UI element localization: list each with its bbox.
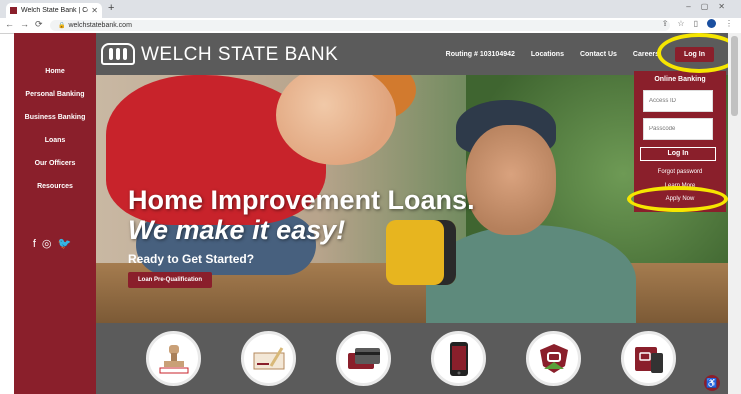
browser-tab[interactable]: Welch State Bank | Community I ✕: [6, 3, 102, 18]
tablet-app-icon[interactable]: [621, 331, 676, 386]
lock-icon: 🔒: [58, 23, 66, 29]
browser-toolbar-icons: ⇪ ☆ ▯ ⋮: [662, 19, 733, 28]
site-header: WELCH STATE BANK Routing # 103104942 Loc…: [96, 33, 728, 75]
drill-icon: [386, 220, 456, 285]
mobile-banking-icon[interactable]: [431, 331, 486, 386]
signed-check-icon[interactable]: [241, 331, 296, 386]
hero-man-head: [466, 125, 556, 235]
new-tab-icon[interactable]: +: [108, 2, 114, 14]
services-icon-row: [96, 323, 728, 394]
online-banking-title: Online Banking: [654, 76, 706, 83]
instagram-icon[interactable]: ◎: [42, 238, 58, 250]
sidebar-item-personal-banking[interactable]: Personal Banking: [14, 91, 96, 114]
close-tab-icon[interactable]: ✕: [91, 6, 98, 15]
sidepanel-icon[interactable]: ▯: [694, 19, 698, 28]
url-field[interactable]: 🔒 welchstatebank.com: [50, 20, 670, 31]
facebook-icon[interactable]: f: [33, 238, 42, 250]
routing-number: Routing # 103104942: [445, 51, 515, 58]
tab-title: Welch State Bank | Community I: [21, 7, 88, 14]
approved-stamp-icon[interactable]: [146, 331, 201, 386]
twitter-icon[interactable]: 🐦: [57, 238, 77, 250]
browser-tab-bar: Welch State Bank | Community I ✕ + –▢✕: [0, 0, 741, 18]
accessibility-icon[interactable]: ♿: [704, 375, 720, 391]
page-scrollbar[interactable]: [728, 33, 741, 394]
scrollbar-thumb[interactable]: [731, 36, 738, 116]
window-controls[interactable]: –▢✕: [686, 2, 735, 11]
nav-contact-us[interactable]: Contact Us: [580, 51, 617, 58]
sidebar-menu: Home Personal Banking Business Banking L…: [14, 68, 96, 206]
shield-logo-icon[interactable]: [526, 331, 581, 386]
sidebar: Home Personal Banking Business Banking L…: [14, 33, 96, 394]
sidebar-item-resources[interactable]: Resources: [14, 183, 96, 206]
hero-title: Home Improvement Loans.: [128, 185, 475, 215]
share-icon[interactable]: ⇪: [662, 19, 669, 28]
hero-boy-head: [276, 75, 396, 165]
social-links: f◎🐦: [14, 237, 96, 250]
credit-cards-icon[interactable]: [336, 331, 391, 386]
browser-nav-buttons[interactable]: ←→⟳: [5, 19, 49, 30]
hero-subtitle: We make it easy!: [128, 215, 346, 245]
online-banking-login-button[interactable]: Log In: [640, 147, 716, 161]
forgot-password-link[interactable]: Forgot password: [634, 169, 726, 175]
address-bar: ←→⟳ 🔒 welchstatebank.com ⇪ ☆ ▯ ⋮: [0, 18, 741, 34]
nav-locations[interactable]: Locations: [531, 51, 564, 58]
sidebar-item-home[interactable]: Home: [14, 68, 96, 91]
brand-name[interactable]: WELCH STATE BANK: [141, 44, 338, 66]
favicon-icon: [10, 7, 17, 14]
sidebar-item-our-officers[interactable]: Our Officers: [14, 160, 96, 183]
loan-prequal-button[interactable]: Loan Pre-Qualification: [128, 272, 213, 288]
sidebar-item-loans[interactable]: Loans: [14, 137, 96, 160]
url-text: welchstatebank.com: [68, 22, 132, 29]
bank-logo-icon[interactable]: [101, 43, 135, 65]
nav-careers[interactable]: Careers: [633, 51, 659, 58]
apply-now-highlight-ring: [627, 186, 728, 212]
sidebar-item-business-banking[interactable]: Business Banking: [14, 114, 96, 137]
profile-avatar[interactable]: [707, 19, 716, 28]
menu-kebab-icon[interactable]: ⋮: [725, 19, 733, 28]
access-id-field[interactable]: [643, 90, 713, 112]
hero-cta-text: Ready to Get Started?: [128, 252, 255, 266]
star-icon[interactable]: ☆: [677, 19, 684, 28]
passcode-field[interactable]: [643, 118, 713, 140]
